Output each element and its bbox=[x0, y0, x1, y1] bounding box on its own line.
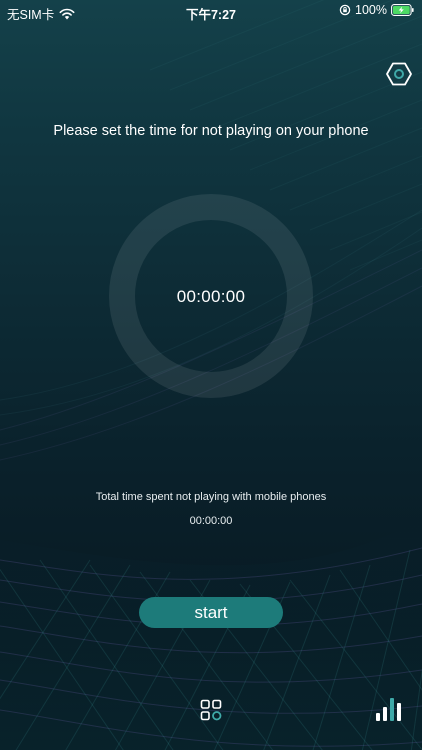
rotation-lock-icon bbox=[339, 4, 351, 16]
battery-percent: 100% bbox=[355, 3, 387, 17]
battery-charging-icon bbox=[391, 4, 414, 16]
timer-value: 00:00:00 bbox=[176, 287, 246, 306]
total-time-value: 00:00:00 bbox=[189, 515, 233, 527]
grid-button[interactable] bbox=[200, 699, 222, 721]
status-bar: 无SIM卡 下午7:27 100% bbox=[0, 0, 422, 22]
grid-icon bbox=[200, 699, 222, 721]
settings-button[interactable] bbox=[386, 61, 412, 87]
bar-chart-icon bbox=[376, 698, 401, 721]
prompt-text: Please set the time for not playing on y… bbox=[53, 123, 369, 139]
app-screen: 无SIM卡 下午7:27 100% Please set the time fo… bbox=[0, 0, 422, 750]
hexagon-settings-icon bbox=[386, 62, 412, 86]
start-button[interactable]: start bbox=[139, 597, 283, 628]
stats-button[interactable] bbox=[374, 696, 404, 722]
status-right: 100% bbox=[339, 3, 414, 17]
total-time-label: Total time spent not playing with mobile… bbox=[95, 491, 327, 503]
